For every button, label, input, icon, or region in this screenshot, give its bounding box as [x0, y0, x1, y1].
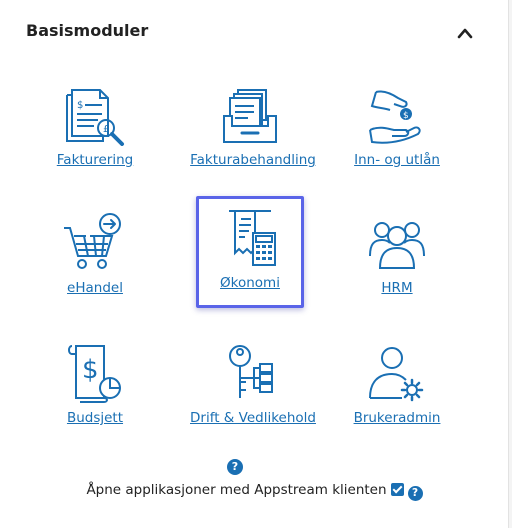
module-fakturering[interactable]: $ £ Fakturering — [20, 78, 170, 190]
appstream-option: Åpne applikasjoner med Appstream kliente… — [0, 482, 509, 501]
help-icon[interactable]: ? — [227, 459, 243, 475]
svg-text:$: $ — [403, 111, 409, 121]
key-hierarchy-icon — [218, 340, 288, 404]
svg-text:$: $ — [77, 100, 83, 111]
module-label: Fakturering — [56, 152, 134, 168]
module-label: Fakturabehandling — [190, 152, 316, 168]
module-label: eHandel — [67, 280, 123, 296]
module-label: Budsjett — [66, 410, 124, 426]
collapse-button[interactable] — [452, 20, 478, 46]
svg-text:£: £ — [103, 124, 109, 135]
module-budsjett[interactable]: $ Budsjett — [20, 336, 170, 448]
module-hrm[interactable]: HRM — [322, 206, 472, 318]
user-gear-icon — [362, 340, 432, 404]
module-label: Økonomi — [220, 275, 280, 291]
module-drift-vedlikehold[interactable]: Drift & Vedlikehold — [178, 336, 328, 448]
shopping-cart-arrow-icon — [60, 210, 130, 274]
module-ehandel[interactable]: eHandel — [20, 206, 170, 318]
module-label: Brukeradmin — [353, 410, 441, 426]
module-label: Inn- og utlån — [354, 152, 440, 168]
appstream-label: Åpne applikasjoner med Appstream kliente… — [86, 482, 387, 498]
basismoduler-panel: Basismoduler $ £ Fakturering Fakturabeha… — [0, 0, 509, 528]
module-label: HRM — [381, 280, 413, 296]
panel-title: Basismoduler — [26, 21, 149, 40]
receipt-calculator-icon — [215, 205, 285, 269]
module-label: Drift & Vedlikehold — [190, 410, 316, 426]
module-inn-og-utlan[interactable]: $ Inn- og utlån — [322, 78, 472, 190]
module-okonomi[interactable]: Økonomi — [196, 196, 304, 308]
appstream-checkbox[interactable] — [390, 483, 404, 496]
chevron-up-icon — [457, 28, 473, 39]
svg-text:$: $ — [82, 355, 99, 385]
hand-coin-icon: $ — [362, 82, 432, 146]
people-group-icon — [362, 210, 432, 274]
invoice-magnifier-icon: $ £ — [60, 82, 130, 146]
budget-document-pie-icon: $ — [60, 340, 130, 404]
module-fakturabehandling[interactable]: Fakturabehandling — [178, 78, 328, 190]
document-tray-icon — [218, 82, 288, 146]
module-brukeradmin[interactable]: Brukeradmin — [322, 336, 472, 448]
appstream-help-icon[interactable]: ? — [407, 486, 423, 501]
